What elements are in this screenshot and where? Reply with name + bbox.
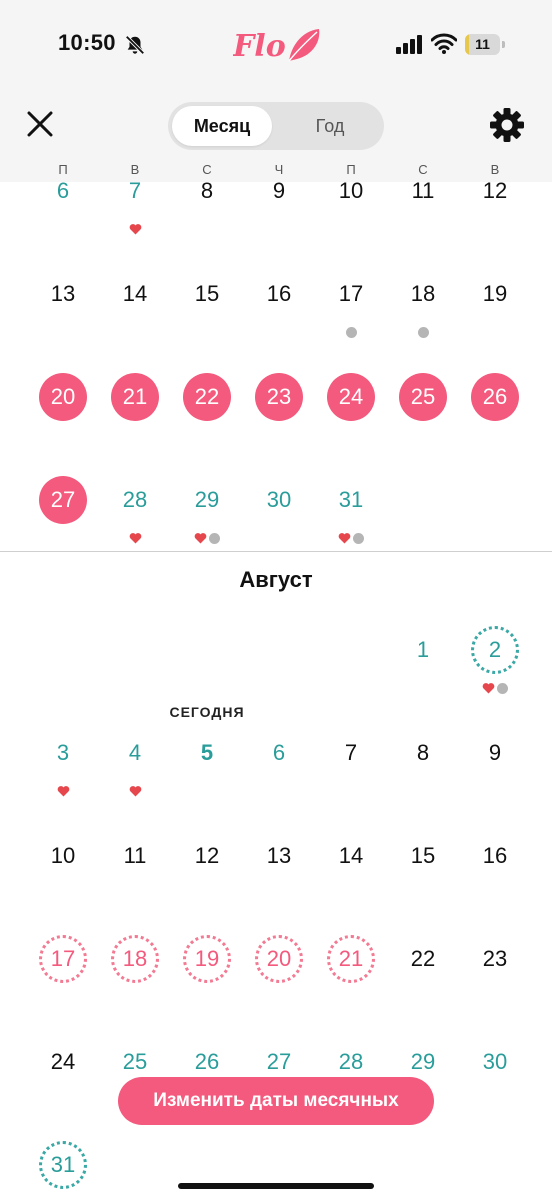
day-cell[interactable]: 25 [399,373,447,421]
day-cell[interactable]: 14 [109,268,161,320]
day-markers [187,532,227,544]
heart-icon [129,786,141,797]
heart-icon [129,224,141,235]
day-cell[interactable]: 12 [181,830,233,882]
day-cell[interactable]: 8 [397,727,449,779]
day-cell[interactable]: 9 [253,165,305,217]
heart-icon [338,533,351,544]
day-cell[interactable]: 12 [469,165,521,217]
day-cell[interactable]: 14 [325,830,377,882]
day-cell[interactable]: 3 [37,727,89,779]
day-markers [403,326,443,338]
top-bar: 10:50 Flo 11 Месяц Год П В С Ч П С В [0,0,552,182]
symptom-dot [209,532,220,544]
day-cell[interactable]: 18 [111,935,159,983]
day-cell[interactable]: 8 [181,165,233,217]
day-cell[interactable]: 1 [397,624,449,676]
day-cell[interactable]: 17 [39,935,87,983]
symptom-dot [497,682,508,694]
wifi-icon [431,33,457,54]
day-cell[interactable]: 10 [325,165,377,217]
day-cell[interactable]: 11 [109,830,161,882]
battery-level: 11 [475,36,490,52]
day-cell[interactable]: 6 [253,727,305,779]
day-markers [331,326,371,338]
day-cell[interactable]: 21 [111,373,159,421]
day-cell[interactable]: 16 [469,830,521,882]
day-cell[interactable]: 24 [327,373,375,421]
day-cell[interactable]: 13 [253,830,305,882]
day-cell[interactable]: 24 [37,1036,89,1088]
bell-off-icon [125,35,145,55]
day-cell[interactable]: 23 [469,933,521,985]
day-cell[interactable]: 4 [109,727,161,779]
day-markers [331,532,371,544]
today-label: СЕГОДНЯ [169,704,245,720]
day-cell[interactable]: 30 [253,474,305,526]
symptom-dot [345,326,357,338]
day-cell[interactable]: 23 [255,373,303,421]
day-cell[interactable]: 16 [253,268,305,320]
day-markers [475,682,515,694]
day-cell[interactable]: 18 [397,268,449,320]
day-cell[interactable]: 31 [39,1141,87,1189]
day-cell[interactable]: 30 [469,1036,521,1088]
day-cell[interactable]: 17 [325,268,377,320]
day-cell[interactable]: 26 [471,373,519,421]
heart-icon [194,533,207,544]
battery-indicator: 11 [465,34,505,55]
day-cell[interactable]: 13 [37,268,89,320]
day-cell[interactable]: 15 [397,830,449,882]
gear-icon[interactable] [488,106,526,144]
day-markers [43,785,83,797]
day-cell[interactable]: 22 [397,933,449,985]
day-cell[interactable]: 19 [183,935,231,983]
day-cell[interactable]: 31 [325,474,377,526]
day-cell[interactable]: 28 [109,474,161,526]
month-title-august: Август [239,567,313,592]
day-cell[interactable]: 29 [181,474,233,526]
day-cell[interactable]: 15 [181,268,233,320]
day-cell[interactable]: 7 [109,165,161,217]
symptom-dot [417,326,429,338]
cellular-signal-icon [396,35,422,54]
heart-icon [482,683,495,694]
day-markers [115,223,155,235]
day-cell[interactable]: 6 [37,165,89,217]
symptom-dot [353,532,364,544]
day-cell[interactable]: 10 [37,830,89,882]
day-markers [115,532,155,544]
day-cell[interactable]: 2 [471,626,519,674]
day-cell[interactable]: 22 [183,373,231,421]
day-markers [115,785,155,797]
heart-icon [57,786,69,797]
tab-year[interactable]: Год [278,106,382,146]
day-cell[interactable]: 20 [39,373,87,421]
day-cell[interactable]: 21 [327,935,375,983]
day-cell[interactable]: 7 [325,727,377,779]
close-icon[interactable] [22,106,58,142]
flo-logo: Flo [233,29,320,64]
view-toggle: Месяц Год [168,102,384,150]
month-divider [0,551,552,552]
home-indicator [178,1183,374,1189]
edit-period-dates-button[interactable]: Изменить даты месячных [118,1077,434,1125]
logo-text: Flo [233,29,286,64]
day-cell[interactable]: 11 [397,165,449,217]
status-time: 10:50 [58,30,116,55]
day-cell[interactable]: 9 [469,727,521,779]
day-cell[interactable]: 20 [255,935,303,983]
heart-icon [129,533,141,544]
day-cell-today[interactable]: 5 [181,727,233,779]
tab-month[interactable]: Месяц [172,106,272,146]
day-cell[interactable]: 19 [469,268,521,320]
day-cell[interactable]: 27 [39,476,87,524]
